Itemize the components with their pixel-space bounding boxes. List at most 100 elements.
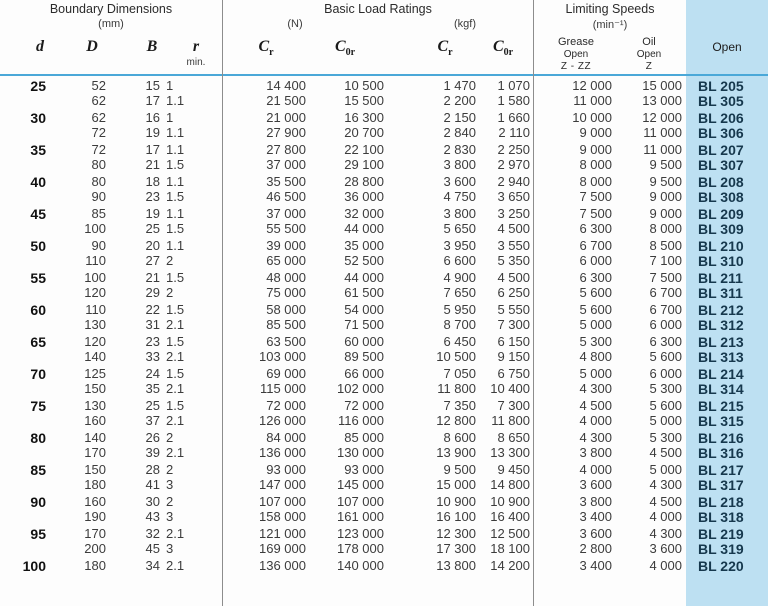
cell-c0r-kgf: 1 660 (497, 110, 530, 125)
cell-outside-diameter: 110 (85, 302, 106, 317)
cell-oil-speed: 4 300 (649, 477, 682, 492)
cell-bearing-designation[interactable]: BL 217 (698, 462, 768, 478)
table-subrow: 85 150 28 2 93 000 93 000 9 500 9 450 4 000 5 000… (0, 462, 768, 478)
cell-bore-diameter: 35 (30, 142, 46, 158)
cell-bearing-designation[interactable]: BL 305 (698, 93, 768, 109)
cell-grease-speed: 6 300 (579, 270, 612, 285)
group-unit-kgf: (kgf) (454, 18, 476, 30)
cell-chamfer-min: 1.1 (166, 125, 185, 140)
cell-bearing-designation[interactable]: BL 215 (698, 398, 768, 414)
cell-oil-speed: 8 500 (649, 238, 682, 253)
cell-oil-speed: 4 000 (649, 509, 682, 524)
cell-c0r-newton: 116 000 (337, 413, 384, 428)
cell-bearing-designation[interactable]: BL 310 (698, 253, 768, 269)
group-title-limiting-speeds: Limiting Speeds (565, 2, 655, 16)
cell-cr-newton: 37 000 (266, 157, 306, 172)
cell-bearing-designation[interactable]: BL 306 (698, 125, 768, 141)
cell-oil-speed: 4 500 (649, 494, 682, 509)
cell-bore-diameter: 40 (30, 174, 46, 190)
group-unit-boundary-dimensions: (mm) (98, 18, 124, 30)
cell-oil-speed: 8 000 (649, 221, 682, 236)
cell-cr-newton: 147 000 (259, 477, 306, 492)
cell-cr-newton: 55 500 (266, 221, 306, 236)
cell-bearing-designation[interactable]: BL 219 (698, 526, 768, 542)
cell-oil-speed: 13 000 (642, 93, 682, 108)
column-header-oil-open: Open (636, 48, 662, 60)
bearing-specification-table: Boundary Dimensions (mm) d D B r min. Ba… (0, 0, 768, 606)
table-row: 50 90 20 1.1 39 000 35 000 3 950 3 550 6 700 8 50… (0, 238, 768, 270)
cell-bearing-designation[interactable]: BL 313 (698, 349, 768, 365)
cell-width: 41 (145, 477, 160, 492)
cell-c0r-newton: 20 700 (344, 125, 384, 140)
cell-cr-newton: 85 500 (266, 317, 306, 332)
cell-width: 45 (145, 541, 160, 556)
cell-bearing-designation[interactable]: BL 207 (698, 142, 768, 158)
cell-bearing-designation[interactable]: BL 209 (698, 206, 768, 222)
column-header-c0r-newton-symbol: C (334, 38, 346, 55)
cell-bearing-designation[interactable]: BL 311 (698, 285, 768, 301)
cell-bearing-designation[interactable]: BL 206 (698, 110, 768, 126)
cell-c0r-newton: 161 000 (337, 509, 384, 524)
cell-grease-speed: 2 800 (579, 541, 612, 556)
table-subrow: 110 27 2 65 000 52 500 6 600 5 350 6 000 7 100 BL… (0, 253, 768, 269)
cell-bearing-designation[interactable]: BL 218 (698, 494, 768, 510)
cell-bearing-designation[interactable]: BL 212 (698, 302, 768, 318)
cell-bearing-designation[interactable]: BL 315 (698, 413, 768, 429)
cell-chamfer-min: 2 (166, 253, 174, 268)
cell-bearing-designation[interactable]: BL 211 (698, 270, 768, 286)
cell-oil-speed: 9 500 (649, 174, 682, 189)
cell-bearing-designation[interactable]: BL 309 (698, 221, 768, 237)
cell-outside-diameter: 62 (91, 93, 106, 108)
cell-bearing-designation[interactable]: BL 316 (698, 445, 768, 461)
cell-c0r-kgf: 3 550 (497, 238, 530, 253)
cell-bearing-designation[interactable]: BL 307 (698, 157, 768, 173)
cell-width: 32 (145, 526, 160, 541)
cell-oil-speed: 6 000 (649, 366, 682, 381)
cell-bearing-designation[interactable]: BL 205 (698, 78, 768, 94)
cell-bore-diameter: 95 (30, 526, 46, 542)
cell-bearing-designation[interactable]: BL 210 (698, 238, 768, 254)
cell-bearing-designation[interactable]: BL 319 (698, 541, 768, 557)
cell-bearing-designation[interactable]: BL 214 (698, 366, 768, 382)
cell-outside-diameter: 190 (84, 509, 106, 524)
cell-grease-speed: 3 600 (579, 477, 612, 492)
cell-bearing-designation[interactable]: BL 216 (698, 430, 768, 446)
cell-cr-newton: 126 000 (259, 413, 306, 428)
cell-chamfer-min: 1.1 (166, 93, 185, 108)
cell-c0r-kgf: 11 800 (491, 413, 530, 428)
cell-bearing-designation[interactable]: BL 308 (698, 189, 768, 205)
cell-grease-speed: 9 000 (579, 125, 612, 140)
table-row: 55 100 21 1.5 48 000 44 000 4 900 4 500 6 300 7 5… (0, 270, 768, 302)
column-header-cr-kgf-symbol: C (437, 38, 449, 55)
cell-oil-speed: 6 700 (649, 302, 682, 317)
cell-width: 30 (145, 494, 160, 509)
cell-bearing-designation[interactable]: BL 314 (698, 381, 768, 397)
cell-chamfer-min: 2.1 (166, 526, 185, 541)
cell-grease-speed: 4 300 (579, 381, 612, 396)
column-header-oil-speed: Oil Open Z (616, 36, 682, 74)
cell-bearing-designation[interactable]: BL 318 (698, 509, 768, 525)
cell-c0r-newton: 15 500 (344, 93, 384, 108)
cell-bearing-designation[interactable]: BL 312 (698, 317, 768, 333)
cell-c0r-newton: 72 000 (344, 398, 384, 413)
cell-chamfer-min: 3 (166, 477, 174, 492)
cell-bearing-designation[interactable]: BL 213 (698, 334, 768, 350)
cell-chamfer-min: 2.1 (166, 558, 185, 573)
cell-chamfer-min: 2 (166, 494, 174, 509)
cell-oil-speed: 5 300 (649, 381, 682, 396)
cell-bearing-designation[interactable]: BL 208 (698, 174, 768, 190)
cell-bearing-designation[interactable]: BL 317 (698, 477, 768, 493)
cell-bearing-designation[interactable]: BL 220 (698, 558, 768, 574)
cell-c0r-newton: 22 100 (344, 142, 384, 157)
cell-grease-speed: 5 600 (579, 285, 612, 300)
cell-chamfer-min: 2.1 (166, 413, 185, 428)
cell-chamfer-min: 1.5 (166, 398, 185, 413)
column-header-D: D (86, 38, 98, 55)
header-rule (0, 74, 768, 76)
cell-outside-diameter: 150 (84, 462, 106, 477)
table-subrow: 100 180 34 2.1 136 000 140 000 13 800 14 200 3 4… (0, 558, 768, 574)
cell-c0r-kgf: 10 400 (490, 381, 530, 396)
cell-c0r-newton: 61 500 (344, 285, 384, 300)
table-subrow: 90 23 1.5 46 500 36 000 4 750 3 650 7 500 9 000 B… (0, 189, 768, 205)
cell-oil-speed: 5 000 (649, 413, 682, 428)
